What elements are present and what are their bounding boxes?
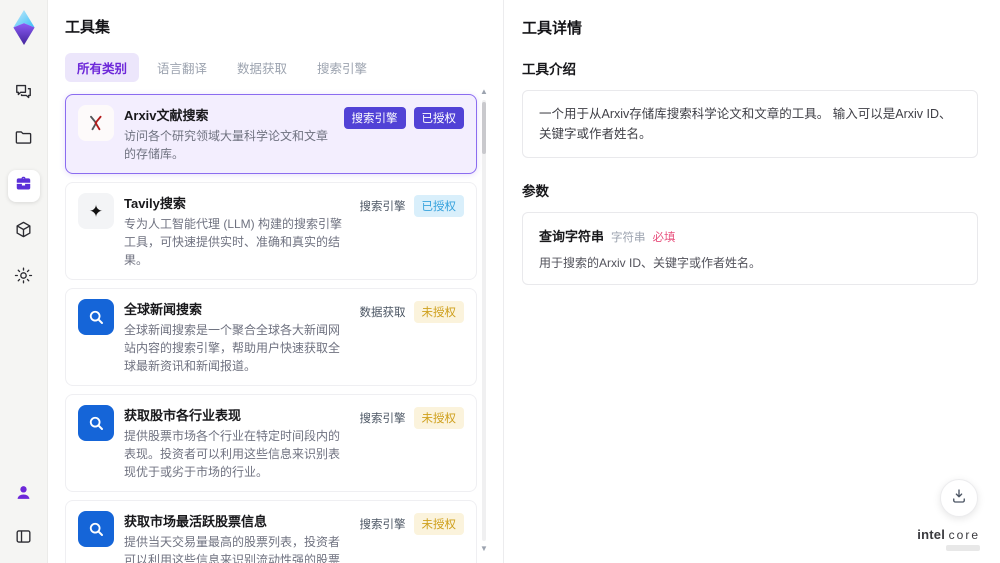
category-tab[interactable]: 语言翻译 [145, 53, 219, 82]
tool-list: Arxiv文献搜索 访问各个研究领域大量科学论文和文章的存储库。 搜索引擎 已授… [65, 94, 477, 563]
param-box: 查询字符串 字符串 必填 用于搜索的Arxiv ID、关键字或作者姓名。 [522, 212, 978, 285]
app-window: 工具集 所有类别 语言翻译 数据获取 搜索引擎 Arxiv文献搜索 访问各个研究领域大… [0, 0, 1000, 563]
tool-auth-badge: 已授权 [413, 195, 464, 217]
panel-toggle-icon [14, 527, 33, 551]
sidebar [0, 0, 48, 563]
download-icon [950, 487, 968, 510]
tool-name: 获取市场最活跃股票信息 [124, 514, 268, 529]
tool-auth-badge: 已授权 [413, 107, 464, 129]
arxiv-icon [78, 105, 114, 141]
tool-description: 提供当天交易量最高的股票列表，投资者可以利用这些信息来识别流动性强的股票和潜在的… [124, 535, 341, 563]
tool-category-badge: 数据获取 [359, 307, 406, 319]
sidebar-item-panel-toggle[interactable] [8, 523, 40, 555]
category-tabs: 所有类别 语言翻译 数据获取 搜索引擎 [65, 53, 503, 82]
scroll-up-icon[interactable]: ▲ [480, 88, 488, 96]
chat-icon [14, 82, 33, 106]
scrollbar-thumb[interactable] [482, 102, 486, 154]
tool-name: Arxiv文献搜索 [124, 108, 209, 123]
detail-title: 工具详情 [522, 20, 583, 37]
category-tab[interactable]: 数据获取 [225, 53, 299, 82]
cube-icon [14, 220, 33, 244]
toolbox-icon [14, 174, 33, 198]
download-button[interactable] [940, 479, 978, 517]
brand-subtext [946, 545, 980, 551]
tool-card[interactable]: 获取股市各行业表现 提供股票市场各个行业在特定时间段内的表现。投资者可以利用这些… [65, 394, 477, 492]
sidebar-item-cube[interactable] [8, 216, 40, 248]
tool-description: 访问各个研究领域大量科学论文和文章的存储库。 [124, 129, 329, 161]
category-tab[interactable]: 所有类别 [65, 53, 140, 82]
param-header: 查询字符串 字符串 必填 [539, 226, 961, 245]
tool-card[interactable]: Arxiv文献搜索 访问各个研究领域大量科学论文和文章的存储库。 搜索引擎 已授… [65, 94, 477, 174]
tool-auth-badge: 未授权 [413, 407, 464, 429]
sidebar-nav [7, 78, 40, 294]
tool-category-badge: 搜索引擎 [359, 201, 406, 213]
tool-card[interactable]: ✦ Tavily搜索 专为人工智能代理 (LLM) 构建的搜索引擎工具，可快速提… [65, 182, 477, 280]
tool-category-badge: 搜索引擎 [359, 519, 406, 531]
tool-name: 全球新闻搜索 [124, 302, 203, 317]
search-app-icon [78, 511, 114, 547]
tool-category-badge: 搜索引擎 [359, 413, 406, 425]
tool-list-panel: 工具集 所有类别 语言翻译 数据获取 搜索引擎 Arxiv文献搜索 访问各个研究领域大… [48, 0, 503, 563]
param-description: 用于搜索的Arxiv ID、关键字或作者姓名。 [539, 256, 762, 270]
intro-box: 一个用于从Arxiv存储库搜索科学论文和文章的工具。 输入可以是Arxiv ID… [522, 90, 978, 158]
search-app-icon [78, 299, 114, 335]
tool-category-badge: 搜索引擎 [343, 107, 406, 129]
brand-intel: intel [917, 527, 946, 542]
intro-text: 一个用于从Arxiv存储库搜索科学论文和文章的工具。 输入可以是Arxiv ID… [539, 107, 952, 141]
sidebar-item-folder[interactable] [8, 124, 40, 156]
gear-icon [14, 266, 33, 290]
sidebar-item-user[interactable] [8, 479, 40, 511]
sidebar-item-chat[interactable] [8, 78, 40, 110]
sidebar-item-toolbox[interactable] [7, 170, 40, 202]
page-title: 工具集 [65, 19, 111, 36]
param-required-badge: 必填 [652, 232, 676, 244]
intro-heading: 工具介绍 [522, 62, 576, 77]
search-app-icon [78, 405, 114, 441]
tool-auth-badge: 未授权 [413, 513, 464, 535]
tool-auth-badge: 未授权 [413, 301, 464, 323]
tool-name: Tavily搜索 [124, 196, 186, 211]
tool-detail-panel: 工具详情 工具介绍 一个用于从Arxiv存储库搜索科学论文和文章的工具。 输入可… [503, 0, 1000, 563]
tool-card[interactable]: 全球新闻搜索 全球新闻搜索是一个聚合全球各大新闻网站内容的搜索引擎，帮助用户快速… [65, 288, 477, 386]
intel-core-logo: intel core [917, 527, 980, 551]
list-scrollbar[interactable]: ▲ ▼ [479, 88, 489, 553]
param-name: 查询字符串 [539, 229, 605, 244]
tool-description: 提供股票市场各个行业在特定时间段内的表现。投资者可以利用这些信息来识别表现优于或… [124, 429, 341, 479]
four-point-star-icon: ✦ [88, 201, 104, 221]
tavily-icon: ✦ [78, 193, 114, 229]
tool-description: 全球新闻搜索是一个聚合全球各大新闻网站内容的搜索引擎，帮助用户快速获取全球最新资… [124, 323, 341, 373]
sidebar-bottom [8, 479, 40, 555]
tool-card[interactable]: 获取市场最活跃股票信息 提供当天交易量最高的股票列表，投资者可以利用这些信息来识… [65, 500, 477, 563]
tool-name: 获取股市各行业表现 [124, 408, 242, 423]
app-logo-icon [9, 10, 39, 45]
param-type: 字符串 [611, 232, 646, 244]
user-icon [14, 483, 33, 507]
category-tab[interactable]: 搜索引擎 [305, 53, 379, 82]
scrollbar-track[interactable] [482, 100, 486, 541]
brand-core: core [948, 528, 980, 542]
tool-description: 专为人工智能代理 (LLM) 构建的搜索引擎工具，可快速提供实时、准确和真实的结… [124, 217, 343, 267]
sidebar-item-gear[interactable] [8, 262, 40, 294]
scroll-down-icon[interactable]: ▼ [480, 545, 488, 553]
params-heading: 参数 [522, 184, 549, 199]
folder-icon [14, 128, 33, 152]
